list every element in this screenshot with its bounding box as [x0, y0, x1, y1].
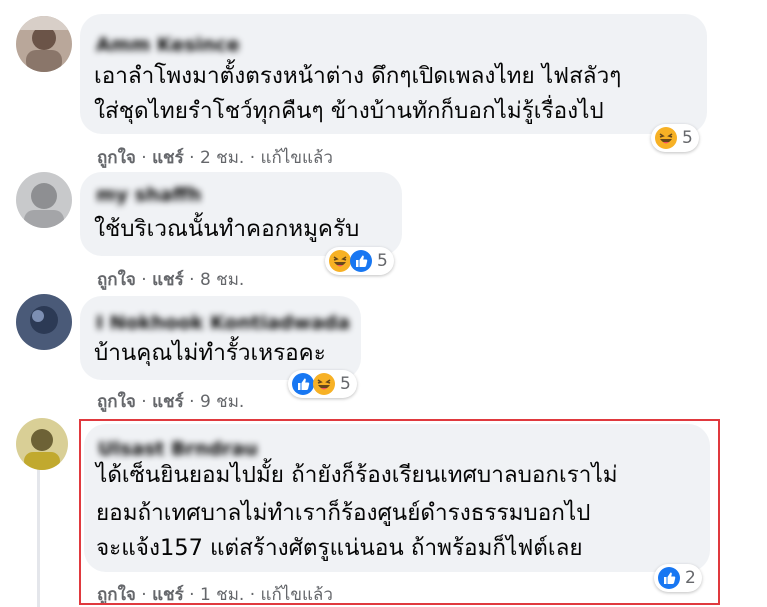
- comment-bubble: Amm Kesince เอาลำโพงมาตั้งตรงหน้าต่าง ดึ…: [80, 14, 707, 134]
- timestamp[interactable]: 8 ชม.: [200, 270, 244, 290]
- like-link[interactable]: ถูกใจ: [97, 392, 136, 412]
- comment-bubble: I Nokhook Kontiadwada บ้านคุณไม่ทำรั้วเห…: [80, 296, 361, 380]
- edited-label: แก้ไขแล้ว: [260, 148, 333, 168]
- avatar[interactable]: [16, 294, 72, 350]
- reaction-count: 5: [682, 128, 693, 148]
- timestamp[interactable]: 9 ชม.: [200, 392, 244, 412]
- comment-text-line: ใช้บริเวณนั้นทำคอกหมูครับ: [94, 216, 360, 242]
- comment-actions: ถูกใจ · แชร์ · 9 ชม.: [97, 392, 245, 412]
- comment-text-line: บ้านคุณไม่ทำรั้วเหรอคะ: [94, 340, 326, 366]
- haha-icon: [312, 372, 336, 396]
- comment-actions: ถูกใจ · แชร์ · 8 ชม.: [97, 270, 245, 290]
- like-icon: [349, 249, 373, 273]
- share-link[interactable]: แชร์: [152, 270, 184, 290]
- reaction-summary[interactable]: 5: [651, 124, 699, 152]
- avatar[interactable]: [16, 16, 72, 72]
- share-link[interactable]: แชร์: [152, 392, 184, 412]
- reaction-summary[interactable]: 5: [288, 370, 357, 398]
- reaction-count: 5: [377, 251, 388, 271]
- comment-text-line: เอาลำโพงมาตั้งตรงหน้าต่าง ดึกๆเปิดเพลงไท…: [94, 63, 622, 89]
- comment-actions: ถูกใจ · แชร์ · 2 ชม. · แก้ไขแล้ว: [97, 148, 333, 168]
- comment-author[interactable]: Amm Kesince: [96, 34, 240, 56]
- comment-text-line: ใส่ชุดไทยรำโชว์ทุกคืนๆ ข้างบ้านทักก็บอกไ…: [94, 98, 604, 124]
- reaction-count: 5: [340, 374, 351, 394]
- comment-author[interactable]: I Nokhook Kontiadwada: [96, 312, 350, 334]
- avatar[interactable]: [16, 418, 68, 470]
- reaction-summary[interactable]: 5: [325, 247, 394, 275]
- share-link[interactable]: แชร์: [152, 148, 184, 168]
- comment-bubble: my shaffh ใช้บริเวณนั้นทำคอกหมูครับ: [80, 172, 402, 256]
- haha-icon: [654, 126, 678, 150]
- like-link[interactable]: ถูกใจ: [97, 148, 136, 168]
- avatar[interactable]: [16, 172, 72, 228]
- comment-author[interactable]: my shaffh: [96, 184, 201, 206]
- timestamp[interactable]: 2 ชม.: [200, 148, 244, 168]
- highlight-box: [79, 419, 720, 605]
- like-link[interactable]: ถูกใจ: [97, 270, 136, 290]
